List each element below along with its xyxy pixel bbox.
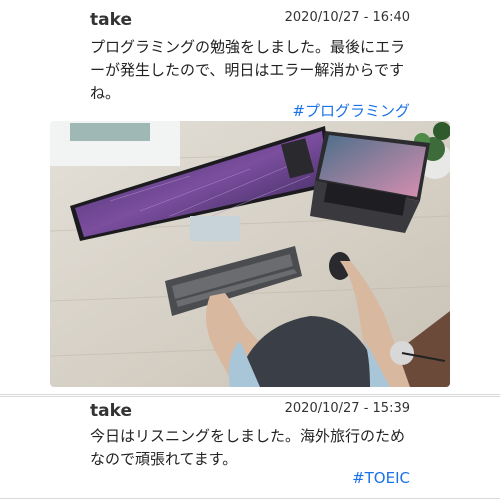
post-body: 今日はリスニングをしました。海外旅行のためなので頑張れてます。	[90, 427, 406, 468]
post-feed: take 2020/10/27 - 16:40 プログラミングの勉強をしました。…	[0, 0, 500, 500]
post-timestamp: 2020/10/27 - 15:39	[284, 401, 410, 416]
desk-workspace-photo	[50, 121, 450, 387]
post-body: プログラミングの勉強をしました。最後にエラーが発生したので、明日はエラー解消から…	[90, 38, 406, 102]
post-username[interactable]: take	[90, 10, 132, 30]
post-image[interactable]	[50, 121, 450, 387]
post-timestamp: 2020/10/27 - 16:40	[284, 10, 410, 25]
post-hashtag-link[interactable]: #TOEIC	[352, 469, 410, 487]
post-card: take 2020/10/27 - 15:39 今日はリスニングをしました。海外…	[0, 396, 500, 499]
post-hashtag-link[interactable]: #プログラミング	[292, 100, 410, 121]
post-card: take 2020/10/27 - 16:40 プログラミングの勉強をしました。…	[0, 0, 500, 395]
post-username[interactable]: take	[90, 401, 132, 421]
